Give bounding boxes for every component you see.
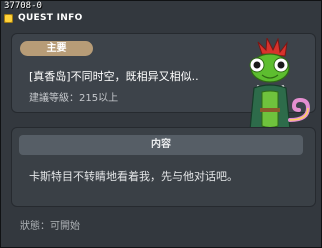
recommended-level: 建議等級：215以上 [29,93,119,104]
quest-content-panel: 内容 卡斯特目不转睛地看着我，先与他对话吧。 [11,127,316,207]
quest-info-window: 37708-0 QUEST INFO 主要 [真香岛]不同时空，既相异又相似..… [0,0,322,248]
main-quest-badge: 主要 [20,41,93,56]
quest-name: [真香岛]不同时空，既相异又相似.. [29,70,199,83]
quest-status: 狀態：可開始 [20,221,80,232]
quest-window-icon [4,13,13,23]
content-header: 内容 [19,135,303,155]
window-title: QUEST INFO [18,13,83,23]
quest-summary-panel: 主要 [真香岛]不同时空，既相异又相似.. 建議等級：215以上 [11,33,316,138]
quest-description: 卡斯特目不转睛地看着我，先与他对话吧。 [29,170,238,183]
title-bar[interactable]: QUEST INFO [1,11,101,25]
